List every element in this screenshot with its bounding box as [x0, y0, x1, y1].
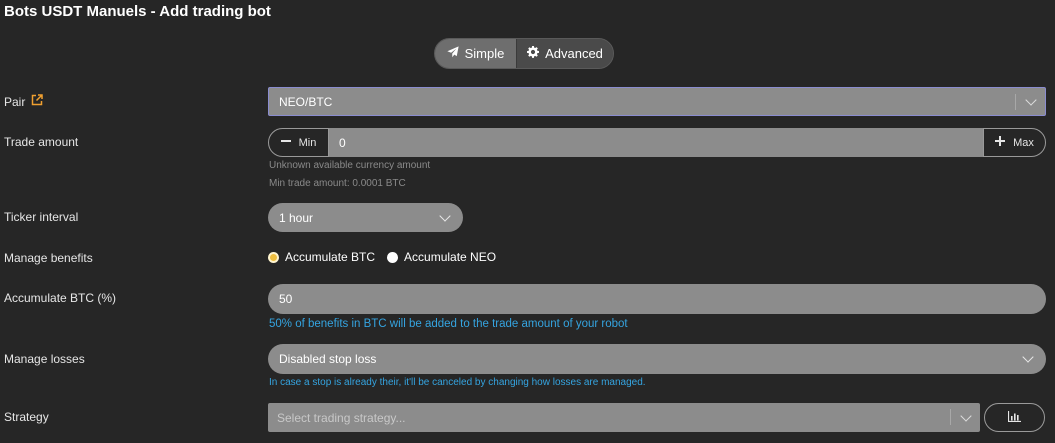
pair-select[interactable]: NEO/BTC: [268, 87, 1046, 116]
available-amount-hint: Unknown available currency amount: [269, 160, 431, 171]
manage-losses-value: Disabled stop loss: [279, 352, 377, 366]
ticker-interval-value: 1 hour: [279, 210, 314, 225]
chevron-down-icon: [960, 409, 972, 422]
trade-amount-label: Trade amount: [4, 135, 79, 149]
accumulate-btc-label[interactable]: Accumulate BTC: [285, 250, 375, 264]
strategy-label: Strategy: [4, 410, 49, 424]
pair-value: NEO/BTC: [279, 94, 333, 109]
manage-losses-label: Manage losses: [4, 352, 85, 366]
chevron-down-icon: [1025, 93, 1037, 106]
accumulate-percent-value: 50: [279, 292, 293, 306]
trade-amount-value: 0: [339, 135, 346, 150]
ticker-interval-label: Ticker interval: [4, 210, 79, 224]
trade-amount-input[interactable]: 0: [329, 128, 983, 157]
accumulate-info: 50% of benefits in BTC will be added to …: [269, 318, 628, 330]
max-button[interactable]: Max: [983, 128, 1046, 157]
ticker-interval-select[interactable]: 1 hour: [268, 203, 463, 232]
bar-chart-icon: [1007, 410, 1021, 425]
simple-mode-button[interactable]: Simple: [435, 39, 516, 68]
strategy-placeholder: Select trading strategy...: [277, 410, 406, 425]
min-trade-amount-hint: Min trade amount: 0.0001 BTC: [269, 178, 406, 189]
chevron-down-icon: [439, 209, 451, 222]
strategy-select[interactable]: Select trading strategy...: [268, 403, 980, 432]
select-divider: [950, 409, 951, 425]
benefits-radio-group: Accumulate BTC Accumulate NEO: [268, 250, 496, 264]
accumulate-btc-radio[interactable]: [268, 251, 279, 263]
advanced-mode-button[interactable]: Advanced: [516, 39, 613, 68]
external-link-icon[interactable]: [31, 94, 44, 109]
max-label: Max: [1013, 136, 1034, 149]
accumulate-percent-label: Accumulate BTC (%): [4, 291, 117, 305]
manage-losses-select[interactable]: Disabled stop loss: [268, 344, 1046, 374]
losses-info: In case a stop is already their, it'll b…: [269, 377, 646, 388]
manage-benefits-label: Manage benefits: [4, 251, 93, 265]
page-title: Bots USDT Manuels - Add trading bot: [4, 3, 271, 20]
trade-amount-group: Min 0 Max: [268, 128, 1046, 157]
min-button[interactable]: Min: [268, 128, 329, 157]
select-divider: [1015, 94, 1016, 110]
simple-mode-label: Simple: [464, 46, 505, 61]
accumulate-neo-radio[interactable]: [387, 251, 399, 263]
accumulate-percent-input[interactable]: 50: [268, 284, 1046, 314]
pair-label-row: Pair: [4, 94, 44, 109]
chevron-down-icon: [1022, 351, 1034, 363]
plus-icon: [995, 136, 1006, 149]
pair-label: Pair: [4, 94, 26, 109]
strategy-chart-button[interactable]: [984, 403, 1045, 432]
minus-icon: [280, 136, 291, 149]
min-label: Min: [298, 136, 317, 149]
advanced-mode-label: Advanced: [545, 46, 603, 61]
mode-toggle: Simple Advanced: [434, 38, 614, 69]
accumulate-neo-label[interactable]: Accumulate NEO: [404, 250, 496, 264]
paper-plane-icon: [447, 46, 459, 61]
gear-icon: [527, 46, 540, 61]
